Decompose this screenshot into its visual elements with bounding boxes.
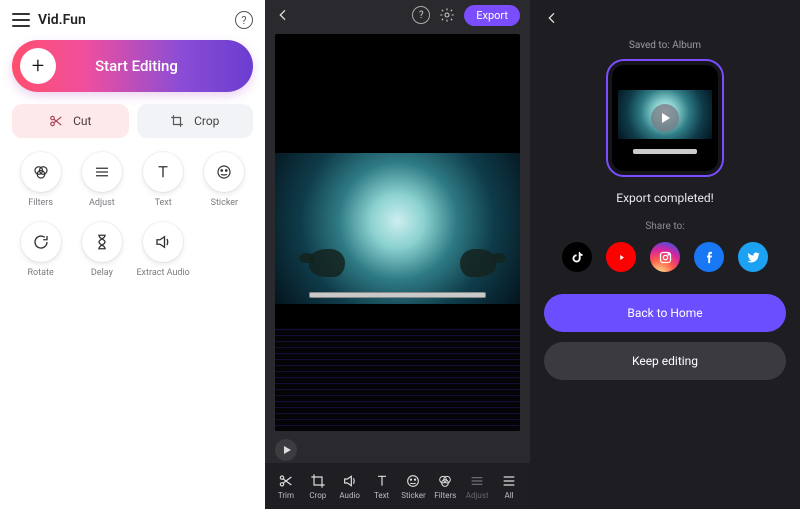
cut-label: Cut: [73, 114, 91, 128]
facebook-icon: [702, 250, 717, 265]
export-button[interactable]: Export: [464, 5, 520, 26]
audio-label: Audio: [339, 491, 360, 500]
filters-tool[interactable]: Filters: [430, 473, 460, 500]
start-editing-label: Start Editing: [56, 57, 253, 75]
keep-editing-button[interactable]: Keep editing: [544, 342, 786, 380]
plus-icon: +: [20, 48, 56, 84]
filters-label: Filters: [28, 198, 53, 208]
scissors-icon: [49, 114, 63, 128]
speaker-icon: [154, 233, 172, 251]
text-label: Text: [374, 491, 389, 500]
youtube-icon: [614, 250, 629, 265]
trim-tool[interactable]: Trim: [271, 473, 301, 500]
adjust-icon: [93, 163, 111, 181]
video-preview[interactable]: [275, 34, 520, 431]
share-youtube-button[interactable]: [606, 242, 636, 272]
adjust-tool[interactable]: Adjust: [73, 152, 130, 208]
share-row: [562, 242, 768, 272]
help-icon[interactable]: ?: [235, 11, 253, 29]
back-icon[interactable]: [544, 9, 562, 27]
editor-panel: ? Export Trim Crop Audio Text: [265, 0, 530, 509]
cut-button[interactable]: Cut: [12, 104, 129, 138]
sticker-tool[interactable]: Sticker: [196, 152, 253, 208]
timeline-noise: [275, 328, 520, 431]
video-frame: [275, 153, 520, 304]
crop-tool[interactable]: Crop: [303, 473, 333, 500]
play-button[interactable]: [275, 439, 297, 461]
text-label: Text: [155, 198, 172, 208]
rotate-label: Rotate: [28, 268, 54, 278]
editor-topbar: ? Export: [265, 0, 530, 30]
export-thumbnail[interactable]: [606, 59, 724, 177]
sticker-label: Sticker: [211, 198, 238, 208]
hourglass-icon: [93, 233, 111, 251]
extract-audio-tool[interactable]: Extract Audio: [135, 222, 192, 278]
progress-bar: [309, 292, 485, 298]
adjust-icon: [469, 473, 485, 489]
adjust-label: Adjust: [466, 491, 489, 500]
settings-icon[interactable]: [438, 6, 456, 24]
crop-label: Crop: [309, 491, 326, 500]
tiktok-icon: [570, 250, 585, 265]
share-twitter-button[interactable]: [738, 242, 768, 272]
share-facebook-button[interactable]: [694, 242, 724, 272]
crop-button[interactable]: Crop: [137, 104, 254, 138]
filters-icon: [32, 163, 50, 181]
filters-tool[interactable]: Filters: [12, 152, 69, 208]
text-icon: [154, 163, 172, 181]
home-panel: Vid.Fun ? + Start Editing Cut Crop Filte…: [0, 0, 265, 509]
trim-label: Trim: [278, 491, 294, 500]
share-tiktok-button[interactable]: [562, 242, 592, 272]
list-icon: [501, 473, 517, 489]
adjust-tool[interactable]: Adjust: [462, 473, 492, 500]
crop-icon: [310, 473, 326, 489]
rotate-tool[interactable]: Rotate: [12, 222, 69, 278]
text-tool[interactable]: Text: [135, 152, 192, 208]
rotate-icon: [32, 233, 50, 251]
instagram-icon: [658, 250, 673, 265]
delay-tool[interactable]: Delay: [73, 222, 130, 278]
audio-tool[interactable]: Audio: [335, 473, 365, 500]
sticker-label: Sticker: [401, 491, 425, 500]
crop-label: Crop: [194, 114, 219, 128]
sticker-icon: [215, 163, 233, 181]
filters-icon: [437, 473, 453, 489]
sticker-icon: [405, 473, 421, 489]
quick-actions: Cut Crop: [12, 104, 253, 138]
home-header: Vid.Fun ?: [12, 8, 253, 32]
extract-audio-label: Extract Audio: [136, 268, 189, 278]
start-editing-button[interactable]: + Start Editing: [12, 40, 253, 92]
back-to-home-button[interactable]: Back to Home: [544, 294, 786, 332]
all-label: All: [505, 491, 514, 500]
text-icon: [374, 473, 390, 489]
twitter-icon: [746, 250, 761, 265]
scissors-icon: [278, 473, 294, 489]
text-tool[interactable]: Text: [367, 473, 397, 500]
share-instagram-button[interactable]: [650, 242, 680, 272]
delay-label: Delay: [91, 268, 113, 278]
adjust-label: Adjust: [89, 198, 115, 208]
app-title: Vid.Fun: [38, 12, 235, 28]
export-completed-label: Export completed!: [616, 191, 713, 205]
crop-icon: [170, 114, 184, 128]
export-panel: Saved to: Album Export completed! Share …: [530, 0, 800, 509]
sticker-tool[interactable]: Sticker: [399, 473, 429, 500]
all-tool[interactable]: All: [494, 473, 524, 500]
filters-label: Filters: [434, 491, 456, 500]
tool-grid: Filters Adjust Text Sticker Rotate Delay…: [12, 152, 253, 278]
share-to-label: Share to:: [645, 221, 684, 232]
menu-icon[interactable]: [12, 13, 30, 27]
play-icon: [651, 104, 679, 132]
editor-toolbar: Trim Crop Audio Text Sticker Filters Adj…: [265, 463, 530, 509]
help-icon[interactable]: ?: [412, 6, 430, 24]
back-icon[interactable]: [275, 6, 293, 24]
saved-to-label: Saved to: Album: [629, 40, 701, 51]
speaker-icon: [342, 473, 358, 489]
